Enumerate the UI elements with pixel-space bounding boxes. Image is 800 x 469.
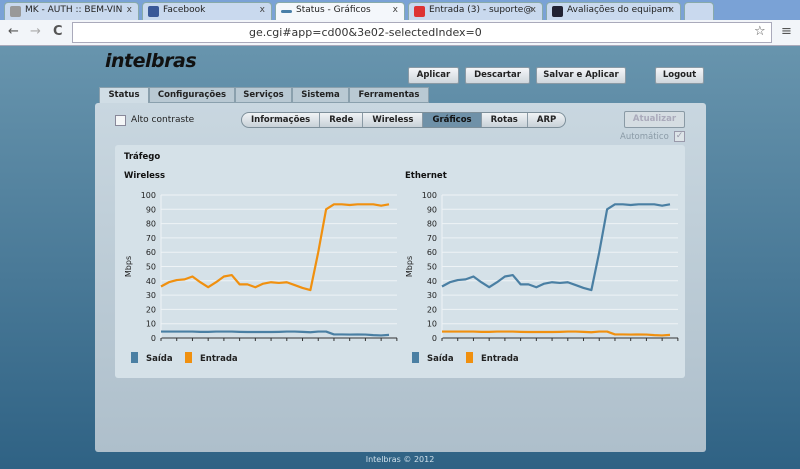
y-tick-label: 90 [427,205,437,214]
series-line-saida [441,203,671,292]
y-axis-label: Mbps [124,256,133,277]
y-tick-label: 100 [141,191,156,200]
y-tick-label: 10 [427,320,437,329]
legend-label: Entrada [200,354,238,364]
y-tick-label: 50 [427,263,437,272]
series-line-entrada [442,330,671,337]
y-tick-label: 0 [151,334,156,343]
y-axis-label: Mbps [405,256,414,277]
y-tick-label: 70 [146,234,156,243]
y-tick-label: 60 [146,248,156,257]
legend-swatch [466,352,473,363]
legend-swatch [185,352,192,363]
y-tick-label: 90 [146,205,156,214]
y-tick-label: 70 [427,234,437,243]
footer: Intelbras © 2012 [365,455,435,464]
y-tick-label: 50 [146,263,156,272]
y-tick-label: 80 [427,220,437,229]
legend-label: Saída [146,354,173,364]
legend-swatch [412,352,419,363]
y-tick-label: 40 [146,277,156,286]
legend-label: Entrada [481,354,519,364]
y-tick-label: 0 [432,334,437,343]
y-tick-label: 20 [146,305,156,314]
y-tick-label: 10 [146,320,156,329]
y-tick-label: 40 [427,277,437,286]
legend-swatch [131,352,138,363]
y-tick-label: 20 [427,305,437,314]
y-tick-label: 80 [146,220,156,229]
y-tick-label: 100 [422,191,437,200]
series-line-entrada [160,203,390,292]
y-tick-label: 30 [427,291,437,300]
charts-svg: 0 10 20 30 40 50 60 70 80 90 100 Mbps Saída Entrada 0 1… [124,191,679,364]
y-tick-label: 30 [146,291,156,300]
series-line-saida [161,330,390,337]
legend-label: Saída [427,354,454,364]
y-tick-label: 60 [427,248,437,257]
